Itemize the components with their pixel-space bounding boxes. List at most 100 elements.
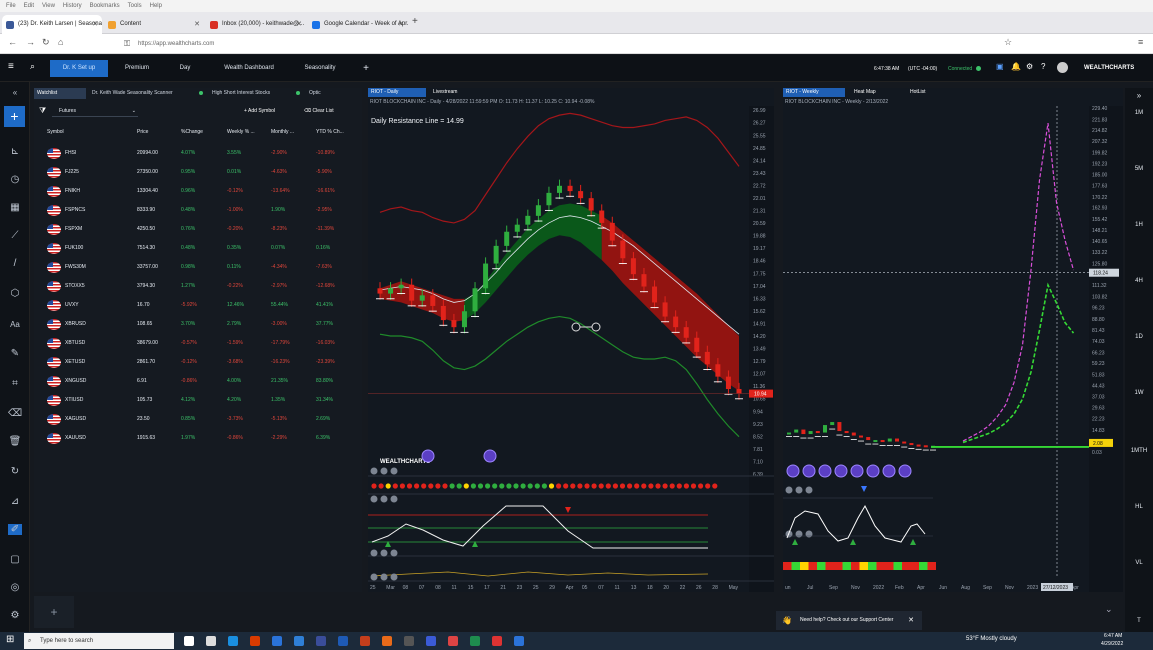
table-row[interactable]: XAGUSD 23.50 0.85% -3.73% -5.13% 2.69%: [34, 410, 362, 429]
drawing-handle[interactable]: [591, 322, 601, 332]
candle[interactable]: [557, 185, 562, 193]
close-icon[interactable]: ✕: [296, 15, 302, 34]
table-row[interactable]: FHSI 20994.00 4.07% 3.55% -2.90% -10.89%: [34, 144, 362, 163]
table-row[interactable]: XBTUSD 38679.00 -0.57% -1.59% -17.79% -16.03%: [34, 334, 362, 353]
candle[interactable]: [815, 431, 820, 434]
candle[interactable]: [694, 337, 700, 352]
close-icon[interactable]: ✕: [398, 15, 404, 34]
candle[interactable]: [535, 205, 541, 216]
taskbar-app-icon[interactable]: [206, 636, 216, 646]
browser-menu-item[interactable]: Help: [150, 3, 162, 9]
expand-icon[interactable]: »: [1125, 91, 1153, 100]
candle[interactable]: [736, 389, 742, 394]
candle[interactable]: [895, 438, 899, 442]
nav-tab[interactable]: Premium: [112, 60, 162, 77]
taskbar-app-icon[interactable]: [382, 636, 392, 646]
taskbar-app-icon[interactable]: [338, 636, 348, 646]
trend-icon[interactable]: ⟋: [8, 230, 22, 241]
table-row[interactable]: XBRUSD 108.65 3.70% 2.79% -3.00% 37.77%: [34, 315, 362, 334]
column-header[interactable]: %Change: [181, 129, 203, 135]
browser-menu-item[interactable]: History: [63, 3, 82, 9]
table-row[interactable]: FSPNCS 8333.90 0.48% -1.00% 1.90% -2.95%: [34, 201, 362, 220]
taskbar-app-icon[interactable]: [404, 636, 414, 646]
browser-menu-item[interactable]: View: [42, 3, 55, 9]
refresh-icon[interactable]: ↻: [8, 466, 22, 477]
candle[interactable]: [409, 284, 415, 301]
timeframe-button[interactable]: 1H: [1125, 222, 1153, 228]
drawing-handle[interactable]: [571, 322, 581, 332]
shapes-icon[interactable]: ⬡: [8, 288, 22, 299]
pane-control-button[interactable]: [380, 573, 388, 581]
candle[interactable]: [514, 224, 520, 232]
daily-chart-panel[interactable]: RIOT - Daily Livestream RIOT BLOCKCHAIN …: [368, 88, 774, 592]
candle[interactable]: [388, 288, 394, 294]
add-symbol-button[interactable]: + Add Symbol: [244, 108, 275, 114]
pane-control-button[interactable]: [805, 486, 813, 494]
indicator-icon[interactable]: ⊿: [8, 496, 22, 507]
column-header[interactable]: YTD % Ch...: [316, 129, 344, 135]
indicator-badge[interactable]: [850, 464, 864, 478]
indicator-badge[interactable]: [882, 464, 896, 478]
column-header[interactable]: Weekly % ...: [227, 129, 255, 135]
pane-control-button[interactable]: [390, 573, 398, 581]
candle[interactable]: [609, 222, 615, 241]
candle[interactable]: [652, 286, 658, 303]
tab-hotlist[interactable]: HotList: [907, 88, 947, 97]
avatar[interactable]: [1057, 62, 1068, 73]
timeframe-button[interactable]: 5M: [1125, 166, 1153, 172]
candle[interactable]: [787, 432, 791, 435]
candle[interactable]: [909, 443, 914, 446]
table-row[interactable]: XETUSD 2861.70 -0.12% -3.68% -16.23% -23.39%: [34, 353, 362, 372]
candle[interactable]: [377, 288, 383, 294]
candle[interactable]: [801, 429, 806, 435]
daily-chart-svg[interactable]: 26.99 26.27 25.55 24.85 24.14 23.43 22.72 22.01…: [368, 106, 774, 592]
collapse-icon[interactable]: «: [8, 88, 22, 97]
browser-tab[interactable]: Content ✕: [104, 15, 204, 34]
taskbar-app-icon[interactable]: [448, 636, 458, 646]
candle[interactable]: [830, 422, 835, 426]
watchlist-tab[interactable]: Watchlist: [34, 88, 86, 99]
table-row[interactable]: FNIKH 13304.40 0.96% -0.12% -13.64% -16.61%: [34, 182, 362, 201]
watchlist-tab[interactable]: Dr. Keith Wade Seasonality Scanner: [89, 88, 207, 99]
back-icon[interactable]: ←: [8, 37, 17, 47]
add-tool-button[interactable]: +: [4, 106, 25, 127]
candle[interactable]: [662, 302, 668, 317]
column-header[interactable]: Monthly ...: [271, 129, 294, 135]
close-icon[interactable]: ✕: [194, 15, 200, 34]
taskbar-app-icon[interactable]: [294, 636, 304, 646]
clock-icon[interactable]: ◷: [8, 174, 22, 185]
taskbar-app-icon[interactable]: [426, 636, 436, 646]
pane-control-button[interactable]: [370, 573, 378, 581]
browser-menu-item[interactable]: File: [6, 3, 16, 9]
timezone-label[interactable]: (UTC -04:00): [908, 66, 937, 72]
home-icon[interactable]: ⌂: [58, 37, 63, 47]
candle[interactable]: [493, 245, 499, 264]
pane-control-button[interactable]: [390, 467, 398, 475]
candle[interactable]: [916, 444, 921, 447]
watchlist-tab[interactable]: High Short Interest Stocks: [209, 88, 304, 99]
table-row[interactable]: STOXX5 3794.30 1.27% -0.22% -2.97% -12.68%: [34, 277, 362, 296]
indicator-badge[interactable]: [786, 464, 800, 478]
tab-riot-daily[interactable]: RIOT - Daily: [368, 88, 426, 97]
candle[interactable]: [419, 295, 425, 301]
table-row[interactable]: XTIUSD 105.73 4.12% 4.20% 1.35% 31.34%: [34, 391, 362, 410]
trash-icon[interactable]: 🗑: [8, 436, 22, 447]
calendar-icon[interactable]: ▦: [8, 202, 22, 213]
scroll-down-icon[interactable]: ⌄: [1105, 604, 1113, 615]
ruler-icon[interactable]: ⌗: [8, 378, 22, 389]
candle[interactable]: [794, 429, 799, 433]
timeframe-button[interactable]: T: [1125, 618, 1153, 624]
browser-menu-item[interactable]: Edit: [24, 3, 34, 9]
indicator-badge[interactable]: [818, 464, 832, 478]
candle[interactable]: [725, 376, 731, 390]
indicator-badge[interactable]: [834, 464, 848, 478]
nav-tab[interactable]: Day: [170, 60, 200, 77]
candle[interactable]: [887, 438, 892, 442]
candle[interactable]: [630, 258, 636, 275]
eraser-icon[interactable]: ⌫: [8, 408, 22, 419]
candle[interactable]: [525, 215, 531, 225]
nav-tab[interactable]: Wealth Dashboard: [214, 60, 284, 77]
add-tab-button[interactable]: +: [358, 60, 374, 77]
taskbar-app-icon[interactable]: [470, 636, 480, 646]
taskbar-app-icon[interactable]: [514, 636, 524, 646]
